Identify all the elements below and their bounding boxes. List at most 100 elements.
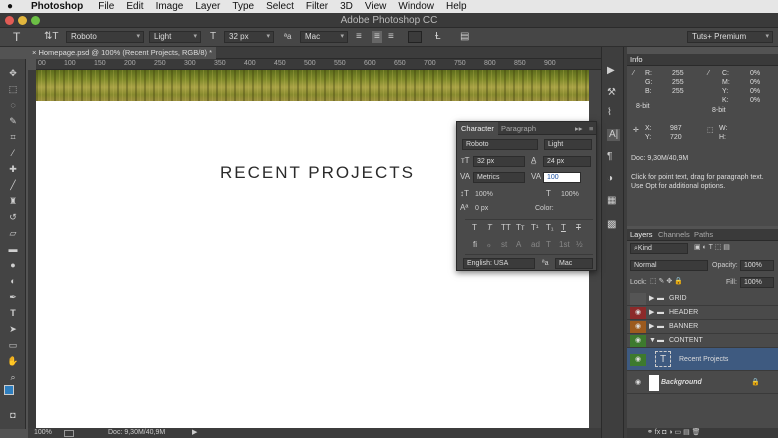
subscript-icon[interactable]: T₁	[546, 223, 554, 232]
visibility-eye-icon[interactable]	[630, 293, 646, 305]
char-font-style[interactable]: Light	[544, 139, 592, 150]
all-caps-icon[interactable]: TT	[501, 223, 511, 232]
layer-filter-dropdown[interactable]: ⌕Kind	[630, 243, 688, 254]
panel-menu-icon[interactable]: ≡	[585, 122, 597, 135]
opacity-field[interactable]: 100%	[740, 260, 774, 271]
expand-group-icon[interactable]: ▶	[649, 320, 654, 334]
menu-3d[interactable]: 3D	[340, 1, 353, 12]
tab-paths[interactable]: Paths	[694, 230, 713, 239]
strikethrough-icon[interactable]: T	[576, 223, 581, 232]
visibility-eye-icon[interactable]: ◉	[630, 377, 646, 389]
apple-icon[interactable]: ●	[7, 1, 19, 12]
document-tab[interactable]: × Homepage.psd @ 100% (Recent Projects, …	[28, 47, 216, 59]
swash-icon[interactable]: st	[501, 240, 507, 249]
menu-file[interactable]: File	[98, 1, 114, 12]
menu-image[interactable]: Image	[156, 1, 184, 12]
close-window-icon[interactable]	[5, 16, 14, 25]
path-select-tool-icon[interactable]: ➤	[6, 323, 20, 335]
char-antialias-dropdown[interactable]: Mac	[555, 258, 593, 269]
app-menu[interactable]: Photoshop	[31, 1, 83, 12]
history-brush-tool-icon[interactable]: ↺	[6, 211, 20, 223]
brush-tool-icon[interactable]: ╱	[6, 179, 20, 191]
char-leading[interactable]: 24 px	[543, 156, 591, 167]
filter-icons[interactable]: ▣ ◐ T ⬚ ▤	[694, 243, 730, 251]
text-orientation-icon[interactable]: ⇅T	[44, 31, 59, 43]
minimize-window-icon[interactable]	[18, 16, 27, 25]
quick-mask-icon[interactable]: ◘	[6, 409, 20, 421]
menu-edit[interactable]: Edit	[126, 1, 143, 12]
recent-projects-heading[interactable]: RECENT PROJECTS	[220, 163, 415, 183]
zoom-window-icon[interactable]	[31, 16, 40, 25]
expand-group-icon[interactable]: ▶	[649, 306, 654, 320]
layer-row[interactable]: ◉ ▼ ▬ CONTENT	[627, 334, 778, 348]
layer-row[interactable]: ◉ T Recent Projects	[627, 348, 778, 371]
tool-presets-icon[interactable]: ⚒	[607, 87, 616, 99]
character-panel-toggle-icon[interactable]: ▤	[460, 31, 469, 43]
align-right-icon[interactable]: ≡	[388, 31, 394, 43]
layer-row[interactable]: ▶ ▬ GRID	[627, 292, 778, 306]
paragraph-panel-icon[interactable]: ¶	[607, 151, 612, 163]
status-menu-arrow-icon[interactable]: ▶	[192, 428, 197, 438]
visibility-eye-icon[interactable]: ◉	[630, 354, 646, 366]
lock-icons[interactable]: ⬚ ✎ ✥ 🔒	[650, 277, 683, 285]
marquee-tool-icon[interactable]: ⬚	[6, 83, 20, 95]
layer-row[interactable]: ◉ Background 🔒	[627, 372, 778, 394]
tab-info[interactable]: Info	[630, 55, 643, 64]
visibility-eye-icon[interactable]: ◉	[630, 307, 646, 319]
type-tool-icon[interactable]: T	[6, 307, 20, 319]
fractions-icon[interactable]: ½	[576, 240, 583, 249]
text-color-swatch[interactable]	[408, 31, 422, 43]
menu-type[interactable]: Type	[232, 1, 254, 12]
faux-italic-icon[interactable]: T	[487, 223, 492, 232]
blend-mode-dropdown[interactable]: Normal	[630, 260, 708, 271]
char-tracking-input[interactable]: 100	[543, 172, 581, 183]
zoom-level[interactable]: 100%	[34, 428, 52, 438]
antialias-dropdown[interactable]: Mac	[300, 31, 348, 43]
menu-select[interactable]: Select	[266, 1, 294, 12]
blur-tool-icon[interactable]: ●	[6, 259, 20, 271]
visibility-eye-icon[interactable]: ◉	[630, 321, 646, 333]
menu-view[interactable]: View	[365, 1, 387, 12]
char-font-family[interactable]: Roboto	[462, 139, 538, 150]
stylistic-alt-icon[interactable]: A	[516, 240, 521, 249]
type-tool-preset-icon[interactable]: T	[13, 31, 20, 43]
workspace-dropdown[interactable]: Tuts+ Premium	[687, 31, 773, 43]
char-vertical-scale[interactable]: 100%	[475, 191, 493, 198]
char-baseline-shift[interactable]: 0 px	[475, 205, 488, 212]
font-size-dropdown[interactable]: 32 px	[224, 31, 274, 43]
collapse-group-icon[interactable]: ▼	[649, 334, 656, 348]
layer-actions-icons[interactable]: ⚭ fx ◘ ◑ ▭ ▤ 🗑	[647, 428, 701, 436]
export-icon[interactable]	[64, 430, 74, 437]
ligatures-icon[interactable]: fi	[473, 240, 477, 249]
menu-help[interactable]: Help	[446, 1, 467, 12]
foreground-color-swatch[interactable]	[4, 385, 14, 395]
layer-row[interactable]: ◉ ▶ ▬ HEADER	[627, 306, 778, 320]
expand-group-icon[interactable]: ▶	[649, 292, 654, 306]
align-left-icon[interactable]: ≡	[356, 31, 362, 43]
tab-character[interactable]: Character	[457, 122, 498, 135]
layer-row[interactable]: ◉ ▶ ▬ BANNER	[627, 320, 778, 334]
tab-channels[interactable]: Channels	[658, 230, 690, 239]
faux-bold-icon[interactable]: T	[472, 223, 477, 232]
pen-tool-icon[interactable]: ✒	[6, 291, 20, 303]
titling-icon[interactable]: ad	[531, 240, 540, 249]
lasso-tool-icon[interactable]: ◌	[6, 99, 20, 111]
play-actions-icon[interactable]: ▶	[607, 65, 615, 77]
menu-layer[interactable]: Layer	[195, 1, 220, 12]
font-style-dropdown[interactable]: Light	[149, 31, 201, 43]
visibility-eye-icon[interactable]: ◉	[630, 335, 646, 347]
superscript-icon[interactable]: T¹	[531, 223, 539, 232]
crop-tool-icon[interactable]: ⌗	[6, 131, 20, 143]
adjustments-icon[interactable]: ◑	[607, 173, 613, 185]
contextual-alt-icon[interactable]: T	[546, 240, 551, 249]
font-family-dropdown[interactable]: Roboto	[66, 31, 144, 43]
shape-tool-icon[interactable]: ▭	[6, 339, 20, 351]
character-panel-icon[interactable]: A|	[607, 129, 621, 141]
move-tool-icon[interactable]: ✥	[6, 67, 20, 79]
fill-field[interactable]: 100%	[740, 277, 774, 288]
hand-tool-icon[interactable]: ✋	[6, 355, 20, 367]
zoom-tool-icon[interactable]: ⌕	[6, 371, 20, 383]
quick-select-tool-icon[interactable]: ✎	[6, 115, 20, 127]
char-font-size[interactable]: 32 px	[473, 156, 525, 167]
menu-window[interactable]: Window	[398, 1, 434, 12]
